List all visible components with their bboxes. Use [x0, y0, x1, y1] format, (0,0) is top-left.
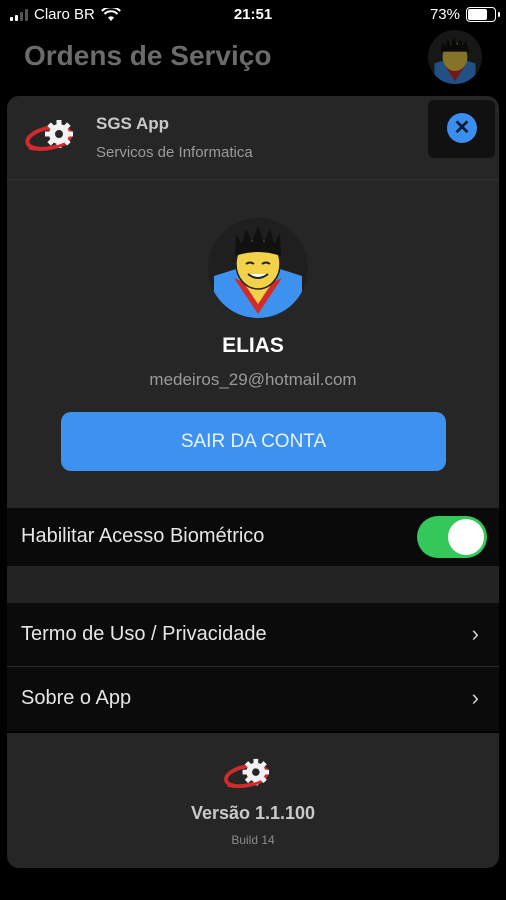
profile-sheet: SGS App Servicos de Informatica ✕ ELIAS … — [7, 96, 499, 508]
user-email: medeiros_29@hotmail.com — [149, 370, 357, 389]
app-name: SGS App — [96, 114, 170, 133]
status-right: 73% — [429, 6, 500, 23]
chevron-right-icon: › — [471, 685, 479, 710]
list-item-label: Termo de Uso / Privacidade — [21, 623, 267, 645]
close-container: ✕ — [428, 100, 495, 158]
avatar-icon — [434, 37, 476, 84]
page-title: Ordens de Serviço — [24, 40, 272, 71]
chevron-right-icon: › — [471, 621, 479, 646]
user-avatar — [208, 218, 308, 318]
version-panel: Versão 1.1.100 Build 14 — [7, 733, 499, 868]
battery-icon — [466, 7, 500, 22]
sgs-logo-icon — [25, 120, 73, 151]
sgs-logo-icon — [224, 758, 270, 788]
header-avatar[interactable] — [428, 30, 482, 84]
toggle-knob — [448, 519, 484, 555]
biometric-row: Habilitar Acesso Biométrico — [7, 508, 499, 566]
biometric-toggle[interactable] — [417, 516, 487, 558]
biometric-label: Habilitar Acesso Biométrico — [21, 525, 265, 547]
status-bar: Claro BR 21:51 73% — [0, 0, 506, 30]
user-name: ELIAS — [222, 334, 284, 357]
close-icon: ✕ — [453, 117, 471, 139]
build-label: Build 14 — [231, 833, 275, 847]
list-item-terms[interactable]: Termo de Uso / Privacidade › — [7, 603, 499, 667]
app-subtitle: Servicos de Informatica — [96, 144, 253, 161]
list-item-label: Sobre o App — [21, 687, 132, 709]
settings-list: Termo de Uso / Privacidade › Sobre o App… — [7, 603, 499, 731]
battery-percent: 73% — [429, 6, 460, 23]
app-info-row: SGS App Servicos de Informatica ✕ — [7, 96, 499, 180]
section-divider — [7, 566, 499, 603]
avatar-icon — [214, 226, 302, 318]
version-label: Versão 1.1.100 — [190, 803, 316, 823]
logout-button[interactable]: SAIR DA CONTA — [61, 412, 446, 471]
list-item-about[interactable]: Sobre o App › — [7, 667, 499, 731]
close-button[interactable]: ✕ — [447, 113, 477, 143]
